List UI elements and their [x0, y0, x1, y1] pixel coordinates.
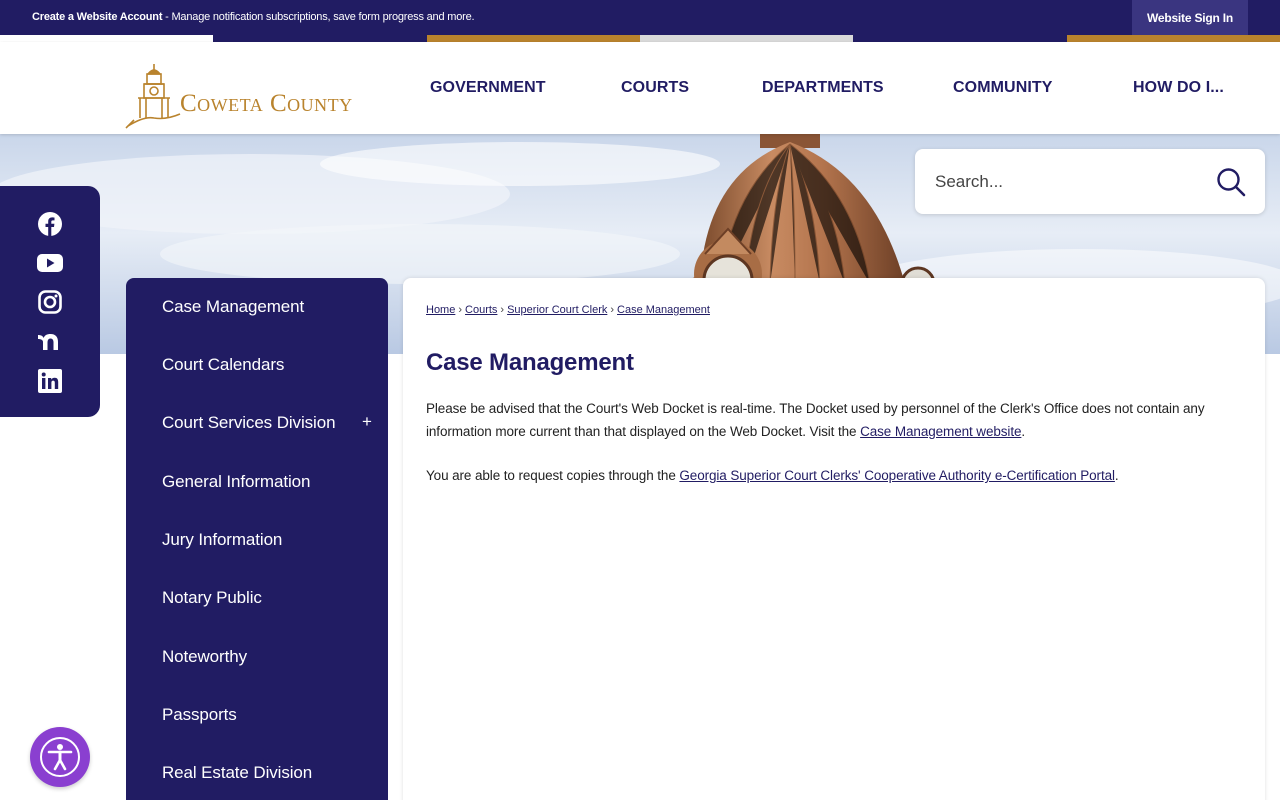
nav-departments[interactable]: DEPARTMENTS [762, 42, 884, 134]
website-sign-in-button[interactable]: Website Sign In [1132, 0, 1248, 35]
nextdoor-icon [38, 334, 58, 350]
sidenav-item-general-information[interactable]: General Information [162, 472, 310, 492]
notification-bar: Create a Website Account - Manage notifi… [0, 0, 1280, 35]
paragraph-end: . [1114, 468, 1119, 483]
breadcrumb-separator: › [610, 304, 615, 316]
copies-text: You are able to request copies through t… [426, 468, 680, 483]
accessibility-ring [40, 737, 80, 777]
expand-submenu-button[interactable]: + [362, 412, 372, 432]
sidenav-item-notary-public[interactable]: Notary Public [162, 588, 262, 608]
facebook-icon [38, 212, 62, 236]
breadcrumb-separator: › [458, 304, 463, 316]
docket-notice-text: Please be advised that the Court's Web D… [426, 401, 1205, 439]
search-input[interactable] [915, 149, 1205, 214]
coweta-county-logo[interactable]: Coweta County [124, 60, 384, 130]
nextdoor-link[interactable] [37, 328, 63, 354]
sidenav-item-jury-information[interactable]: Jury Information [162, 530, 282, 550]
breadcrumb-separator: › [500, 304, 505, 316]
social-media-bar [0, 186, 100, 417]
sidenav-item-court-calendars[interactable]: Court Calendars [162, 355, 284, 375]
nav-community[interactable]: COMMUNITY [953, 42, 1053, 134]
stripe-segment [213, 35, 427, 42]
site-header: Coweta County GOVERNMENT COURTS DEPARTME… [0, 42, 1280, 134]
breadcrumb: Home › Courts › Superior Court Clerk › Case Ma… [426, 304, 710, 316]
nav-how-do-i[interactable]: HOW DO I... [1133, 42, 1224, 134]
case-management-website-link[interactable]: Case Management website [860, 424, 1021, 439]
stripe-segment [639, 35, 854, 42]
search-button[interactable] [1211, 162, 1251, 202]
stripe-segment [853, 35, 1067, 42]
sidenav-item-court-services-division[interactable]: Court Services Division [162, 413, 336, 433]
facebook-link[interactable] [37, 211, 63, 237]
copies-paragraph: You are able to request copies through t… [426, 464, 1246, 487]
breadcrumb-superior-court-clerk[interactable]: Superior Court Clerk [507, 304, 607, 316]
create-account-link[interactable]: Create a Website Account [32, 11, 162, 23]
breadcrumb-courts[interactable]: Courts [465, 304, 497, 316]
main-content: Home › Courts › Superior Court Clerk › Case Ma… [403, 278, 1265, 800]
instagram-icon [38, 290, 62, 314]
youtube-link[interactable] [37, 250, 63, 276]
linkedin-link[interactable] [37, 368, 63, 394]
accessibility-button[interactable] [30, 727, 90, 787]
accessibility-icon [47, 744, 73, 771]
site-search [915, 149, 1265, 214]
instagram-link[interactable] [37, 289, 63, 315]
docket-notice-paragraph: Please be advised that the Court's Web D… [426, 397, 1246, 443]
page-title: Case Management [426, 349, 634, 376]
stripe-segment [0, 35, 214, 42]
breadcrumb-home[interactable]: Home [426, 304, 455, 316]
account-message: Create a Website Account - Manage notifi… [32, 11, 475, 23]
sidenav-item-noteworthy[interactable]: Noteworthy [162, 647, 247, 667]
sidenav-item-case-management[interactable]: Case Management [162, 297, 304, 317]
account-description: - Manage notification subscriptions, sav… [162, 11, 475, 23]
paragraph-end: . [1021, 424, 1026, 439]
breadcrumb-case-management[interactable]: Case Management [617, 304, 710, 316]
search-icon [1217, 168, 1246, 197]
sidenav-item-passports[interactable]: Passports [162, 705, 237, 725]
courthouse-logo-icon [125, 64, 181, 129]
color-stripe [0, 35, 1280, 42]
youtube-icon [37, 254, 63, 272]
logo-wordmark: Coweta County [180, 90, 353, 117]
stripe-segment [1066, 35, 1280, 42]
section-side-nav: Case Management Court Calendars Court Se… [126, 278, 388, 800]
nav-government[interactable]: GOVERNMENT [430, 42, 546, 134]
nav-courts[interactable]: COURTS [621, 42, 689, 134]
sidenav-item-real-estate-division[interactable]: Real Estate Division [162, 763, 312, 783]
linkedin-icon [38, 369, 62, 393]
e-certification-portal-link[interactable]: Georgia Superior Court Clerks' Cooperati… [679, 468, 1115, 483]
stripe-segment [426, 35, 640, 42]
